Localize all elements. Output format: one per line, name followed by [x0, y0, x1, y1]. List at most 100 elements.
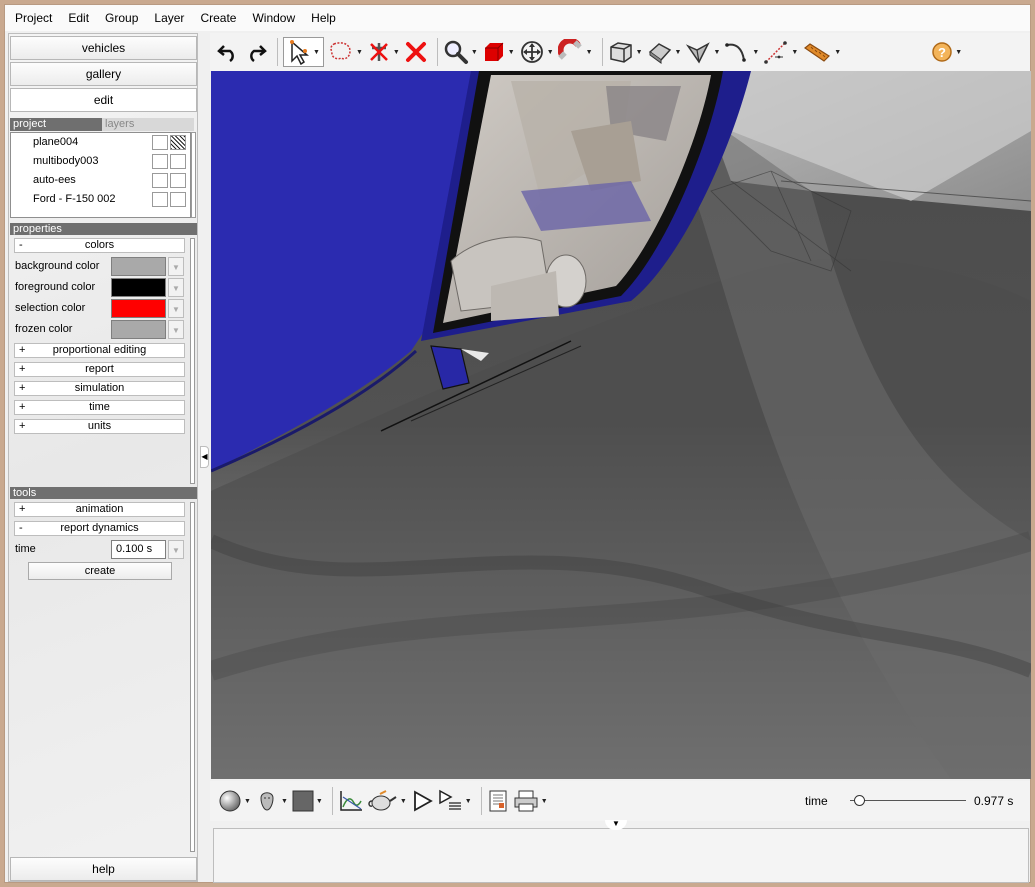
layer-name: auto-ees [33, 174, 76, 186]
time-input[interactable]: 0.100 s [111, 540, 166, 559]
visibility-checkbox[interactable] [152, 135, 168, 150]
selection-color-swatch[interactable] [111, 299, 166, 318]
visibility-checkbox[interactable] [152, 154, 168, 169]
layer-name: Ford - F-150 002 [33, 193, 116, 205]
colors-group-toggle[interactable]: - colors [14, 238, 185, 253]
prop-label: selection color [15, 302, 86, 314]
app-window: Project Edit Group Layer Create Window H… [4, 4, 1031, 883]
report-toggle[interactable]: + report [14, 362, 185, 377]
gallery-button[interactable]: gallery [10, 62, 197, 86]
animation-toggle[interactable]: + animation [14, 502, 185, 517]
ruler-tool-icon[interactable]: ▼ [802, 37, 841, 67]
group-label: animation [75, 503, 124, 515]
vehicles-button[interactable]: vehicles [10, 36, 197, 60]
expand-sign: + [19, 363, 26, 375]
proportional-editing-toggle[interactable]: + proportional editing [14, 343, 185, 358]
teapot-icon[interactable]: ▼ [368, 786, 407, 816]
list-item[interactable]: Ford - F-150 002 [11, 190, 190, 209]
curve-icon[interactable]: ▼ [724, 37, 759, 67]
help-button[interactable]: help [10, 857, 197, 881]
menu-help[interactable]: Help [305, 11, 342, 25]
frozen-color-swatch[interactable] [111, 320, 166, 339]
time-label: time [805, 794, 828, 808]
time-slider-handle[interactable] [854, 795, 865, 806]
list-item[interactable]: plane004 [11, 133, 190, 152]
time-slider[interactable] [850, 800, 966, 801]
render-sphere-icon[interactable]: ▼ [218, 786, 251, 816]
project-layers-tabs: project layers [10, 118, 197, 131]
tab-layers[interactable]: layers [102, 118, 194, 131]
visibility-checkbox[interactable] [152, 192, 168, 207]
select-arrow-icon[interactable]: ▼ [283, 37, 324, 67]
visibility-checkbox[interactable] [152, 173, 168, 188]
report-icon[interactable] [487, 786, 509, 816]
freeze-checkbox[interactable] [170, 192, 186, 207]
list-item[interactable]: auto-ees [11, 171, 190, 190]
magnet-icon[interactable]: ▼ [557, 37, 593, 67]
move-icon[interactable]: ▼ [519, 37, 554, 67]
freeze-checkbox[interactable] [170, 173, 186, 188]
3d-viewport[interactable] [211, 71, 1031, 779]
cone-view-icon[interactable]: ▼ [685, 37, 720, 67]
background-color-row: background color ▼ [15, 256, 185, 276]
menu-layer[interactable]: Layer [148, 11, 190, 25]
zoom-icon[interactable]: ▼ [443, 37, 478, 67]
prop-label: frozen color [15, 323, 73, 335]
report-dynamics-toggle[interactable]: - report dynamics [14, 521, 185, 536]
play-icon[interactable] [411, 786, 433, 816]
menu-project[interactable]: Project [9, 11, 58, 25]
chevron-down-icon[interactable]: ▼ [168, 299, 184, 318]
group-label: simulation [74, 382, 125, 394]
time-toggle[interactable]: + time [14, 400, 185, 415]
chevron-down-icon[interactable]: ▼ [168, 320, 184, 339]
head-icon[interactable]: ▼ [255, 786, 288, 816]
simulation-toggle[interactable]: + simulation [14, 381, 185, 396]
console-panel[interactable] [213, 828, 1029, 883]
chevron-down-icon[interactable]: ▼ [168, 257, 184, 276]
color-swatch-icon[interactable]: ▼ [292, 786, 323, 816]
selection-color-row: selection color ▼ [15, 298, 185, 318]
menu-create[interactable]: Create [194, 11, 242, 25]
units-toggle[interactable]: + units [14, 419, 185, 434]
delete-x-icon[interactable] [404, 37, 428, 67]
tab-project[interactable]: project [10, 118, 102, 131]
menu-bar: Project Edit Group Layer Create Window H… [5, 5, 1030, 31]
freeze-checkbox[interactable] [170, 154, 186, 169]
group-label: units [87, 420, 112, 432]
time-value: 0.977 s [974, 794, 1014, 808]
menu-edit[interactable]: Edit [62, 11, 95, 25]
print-icon[interactable]: ▼ [513, 786, 548, 816]
chevron-down-icon[interactable]: ▼ [168, 540, 184, 559]
toolbar-separator [601, 38, 603, 66]
plane-view-icon[interactable]: ▼ [647, 37, 681, 67]
no-constraint-icon[interactable]: ▼ [367, 37, 400, 67]
group-label: report [85, 363, 114, 375]
help-icon[interactable]: ? ▼ [931, 37, 962, 67]
edit-button[interactable]: edit [10, 88, 197, 112]
lasso-icon[interactable]: ▼ [328, 37, 363, 67]
collapse-panel-handle[interactable]: ◀ [200, 446, 209, 468]
red-cube-icon[interactable]: ▼ [482, 37, 515, 67]
play-list-icon[interactable]: ▼ [437, 786, 472, 816]
chevron-down-icon[interactable]: ▼ [168, 278, 184, 297]
project-list-scrollbar[interactable] [191, 132, 196, 218]
box-view-icon[interactable]: ▼ [608, 37, 643, 67]
list-item[interactable]: multibody003 [11, 152, 190, 171]
measure-icon[interactable]: ▼ [763, 37, 798, 67]
redo-icon[interactable] [244, 37, 268, 67]
expand-sign: + [19, 420, 26, 432]
graph-icon[interactable] [338, 786, 364, 816]
toolbar-separator [436, 38, 438, 66]
main-toolbar: ▼ ▼ ▼ ▼ ▼ ▼ ▼ ▼ ▼ ▼ ▼ ▼ ▼ ? ▼ [210, 33, 1030, 71]
menu-window[interactable]: Window [246, 11, 301, 25]
tools-scrollbar[interactable] [190, 502, 195, 852]
freeze-checkbox[interactable] [170, 135, 186, 150]
menu-group[interactable]: Group [99, 11, 144, 25]
background-color-swatch[interactable] [111, 257, 166, 276]
toolbar-separator [480, 787, 482, 815]
foreground-color-swatch[interactable] [111, 278, 166, 297]
create-button[interactable]: create [28, 562, 172, 580]
properties-scrollbar[interactable] [190, 238, 195, 484]
expand-sign: + [19, 401, 26, 413]
undo-icon[interactable] [216, 37, 240, 67]
